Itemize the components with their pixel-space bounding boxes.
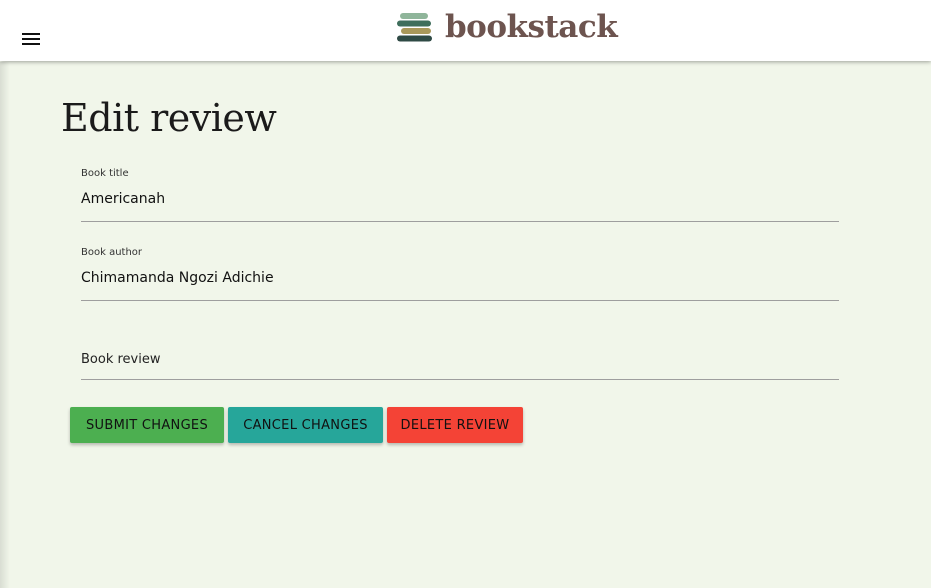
submit-changes-button[interactable]: SUBMIT CHANGES [70, 407, 224, 443]
book-title-input[interactable]: Americanah [81, 191, 165, 207]
book-title-field[interactable]: Book title Americanah [81, 166, 839, 222]
delete-review-button[interactable]: DELETE REVIEW [387, 407, 523, 443]
cancel-changes-button[interactable]: CANCEL CHANGES [228, 407, 383, 443]
hamburger-menu-icon[interactable] [18, 28, 44, 50]
top-navbar: bookstack [0, 0, 931, 61]
book-title-label: Book title [81, 168, 129, 179]
book-review-label: Book review [81, 352, 161, 367]
side-shadow [0, 62, 10, 588]
book-author-input[interactable]: Chimamanda Ngozi Adichie [81, 270, 274, 286]
book-review-field[interactable]: Book review [81, 324, 839, 380]
book-author-field[interactable]: Book author Chimamanda Ngozi Adichie [81, 245, 839, 301]
book-stack-icon [397, 13, 432, 42]
brand-logo[interactable]: bookstack [396, 9, 618, 45]
book-author-label: Book author [81, 247, 143, 258]
brand-name: bookstack [445, 9, 618, 45]
page-title: Edit review [61, 96, 277, 140]
